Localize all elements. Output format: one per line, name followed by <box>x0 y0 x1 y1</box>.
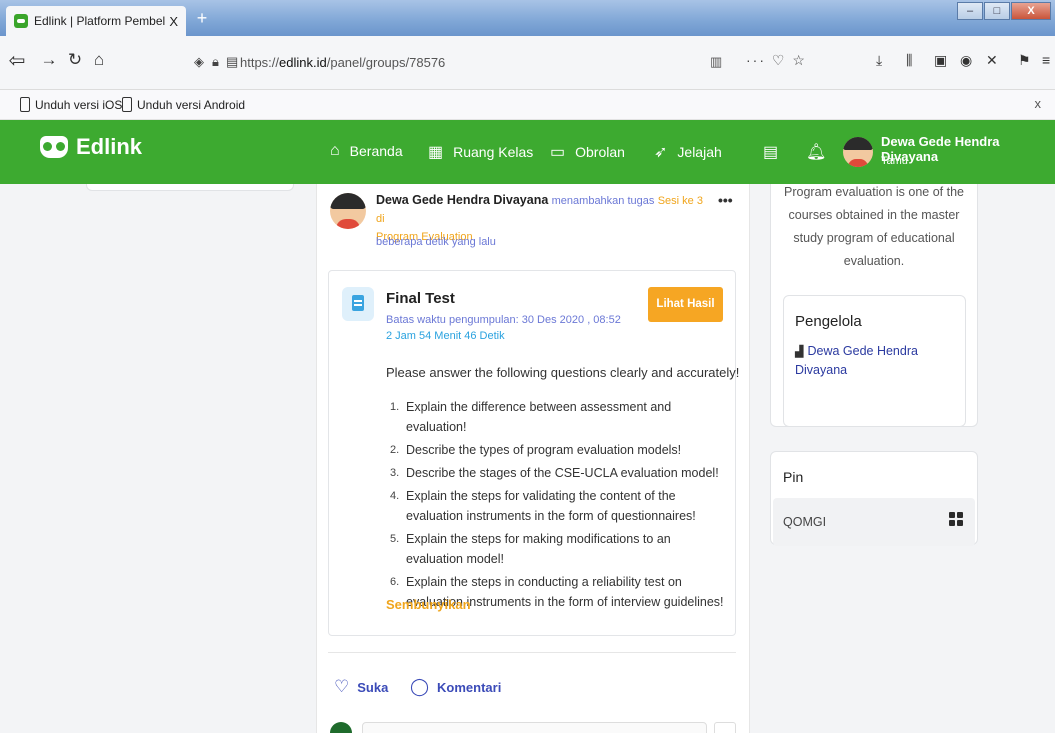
url-text[interactable]: https://edlink.id/panel/groups/78576 <box>240 55 445 70</box>
window-controls: – □ X <box>956 2 1051 20</box>
menu-icon[interactable]: ≡ <box>1042 52 1050 68</box>
edlink-logo[interactable]: Edlink <box>40 134 142 160</box>
minimize-button[interactable]: – <box>957 2 983 20</box>
task-title: Final Test <box>386 290 455 307</box>
task-remaining-time: 2 Jam 54 Menit 46 Detik <box>386 330 505 342</box>
left-card <box>86 184 294 191</box>
permissions-icon[interactable]: ▤ <box>226 54 238 70</box>
new-tab-button[interactable]: + <box>192 8 212 28</box>
list-item: 5. Explain the steps for making modificat… <box>390 532 671 566</box>
home-icon: ⌂ <box>330 142 340 159</box>
user-role: Tamu <box>881 155 908 167</box>
browser-navbar: ⇦ → ↻ ⌂ ◈ 🔒︎ ▤ https://edlink.id/panel/g… <box>0 36 1055 90</box>
view-result-button[interactable]: Lihat Hasil <box>648 287 723 322</box>
home-icon[interactable]: ⌂ <box>88 50 110 70</box>
hide-link[interactable]: Sembunyikan <box>386 597 471 612</box>
like-button[interactable]: ♡ Suka <box>334 677 388 697</box>
tab-title: Edlink | Platform Pembelajaran <box>34 14 166 28</box>
phone-icon <box>122 97 132 112</box>
post-author[interactable]: Dewa Gede Hendra Divayana <box>376 193 548 207</box>
edlink-favicon-icon <box>14 14 28 28</box>
browser-titlebar: Edlink | Platform Pembelajaran X + – □ X <box>0 0 1055 36</box>
comment-send-button[interactable] <box>714 722 736 733</box>
window-close-button[interactable]: X <box>1011 2 1051 20</box>
bookmark-android[interactable]: Unduh versi Android <box>122 97 245 112</box>
list-item: 1. Explain the difference between assessm… <box>390 400 672 434</box>
pin-code: QOMGI <box>783 515 827 529</box>
qr-code-icon[interactable] <box>949 512 963 526</box>
owl-logo-icon <box>40 136 68 158</box>
assignment-icon <box>342 287 374 321</box>
heart-icon: ♡ <box>334 677 350 696</box>
list-item: 2. Describe the types of program evaluati… <box>390 443 682 457</box>
lock-icon[interactable]: 🔒︎ <box>212 54 219 70</box>
phone-icon <box>20 97 30 112</box>
post-time: beberapa detik yang lalu <box>376 236 496 248</box>
maximize-button[interactable]: □ <box>984 2 1010 20</box>
browser-tab[interactable]: Edlink | Platform Pembelajaran X <box>6 6 186 36</box>
reader-view-icon[interactable]: ▥ <box>710 54 722 70</box>
tab-close-icon[interactable]: X <box>169 14 178 29</box>
forward-arrow-icon[interactable]: → <box>38 50 60 70</box>
post-author-avatar[interactable] <box>330 193 366 229</box>
bookmark-ios[interactable]: Unduh versi iOS <box>20 97 122 112</box>
account-icon[interactable]: ◉ <box>960 52 972 69</box>
comment-input[interactable] <box>362 722 707 733</box>
url-bar[interactable]: ◈ 🔒︎ ▤ https://edlink.id/panel/groups/78… <box>186 45 734 81</box>
bookmarks-bar: Unduh versi iOS Unduh versi Android x <box>0 90 1055 120</box>
shield-icon[interactable]: ◈ <box>194 54 204 70</box>
classroom-icon: ▦ <box>428 144 444 161</box>
manager-link[interactable]: ▟ Dewa Gede Hendra Divayana <box>795 342 945 379</box>
nav-beranda[interactable]: ⌂ Beranda <box>330 142 403 160</box>
nav-obrolan[interactable]: ▭ Obrolan <box>550 142 625 162</box>
list-item: 4. Explain the steps for validating the c… <box>390 489 696 523</box>
comment-icon: ◯ <box>410 677 430 696</box>
comment-button[interactable]: ◯ Komentari <box>410 677 501 697</box>
task-intro: Please answer the following questions cl… <box>386 365 740 380</box>
app-header: Edlink ⌂ Beranda ▦ Ruang Kelas ▭ Obrolan… <box>0 120 1055 184</box>
task-deadline: Batas waktu pengumpulan: 30 Des 2020 , 0… <box>386 314 621 326</box>
post-verb: menambahkan tugas <box>551 195 655 207</box>
reload-icon[interactable]: ↻ <box>64 50 86 70</box>
nav-ruang-kelas[interactable]: ▦ Ruang Kelas <box>428 142 533 162</box>
question-list: 1. Explain the difference between assessm… <box>390 397 726 615</box>
sidebar-icon[interactable]: ▣ <box>934 52 947 69</box>
pin-title: Pin <box>783 469 804 485</box>
download-icon[interactable]: ⤓ <box>876 52 882 69</box>
user-avatar[interactable] <box>843 137 873 167</box>
bookmarks-close-icon[interactable]: x <box>1035 96 1042 111</box>
back-arrow-icon[interactable]: ⇦ <box>6 48 28 73</box>
manager-title: Pengelola <box>795 313 862 330</box>
divider <box>328 652 736 653</box>
activity-icon[interactable]: ▤ <box>763 142 778 162</box>
teacher-icon: ▟ <box>795 346 804 358</box>
library-icon[interactable]: ⫼ <box>906 52 912 69</box>
rocket-icon: ➶ <box>654 144 668 161</box>
bell-icon[interactable]: 🔔︎ <box>806 142 826 162</box>
nav-jelajah[interactable]: ➶ Jelajah <box>654 142 722 162</box>
extension-icon[interactable]: ⚑ <box>1018 52 1031 69</box>
chat-icon: ▭ <box>550 144 566 161</box>
page-actions[interactable]: ··· ♡ ☆ <box>746 52 807 69</box>
group-description: Program evaluation is one of the courses… <box>784 185 964 268</box>
more-options-icon[interactable]: ••• <box>718 192 733 208</box>
extension-x-icon[interactable]: ✕ <box>986 52 998 69</box>
list-item: 3. Describe the stages of the CSE-UCLA ev… <box>390 466 719 480</box>
